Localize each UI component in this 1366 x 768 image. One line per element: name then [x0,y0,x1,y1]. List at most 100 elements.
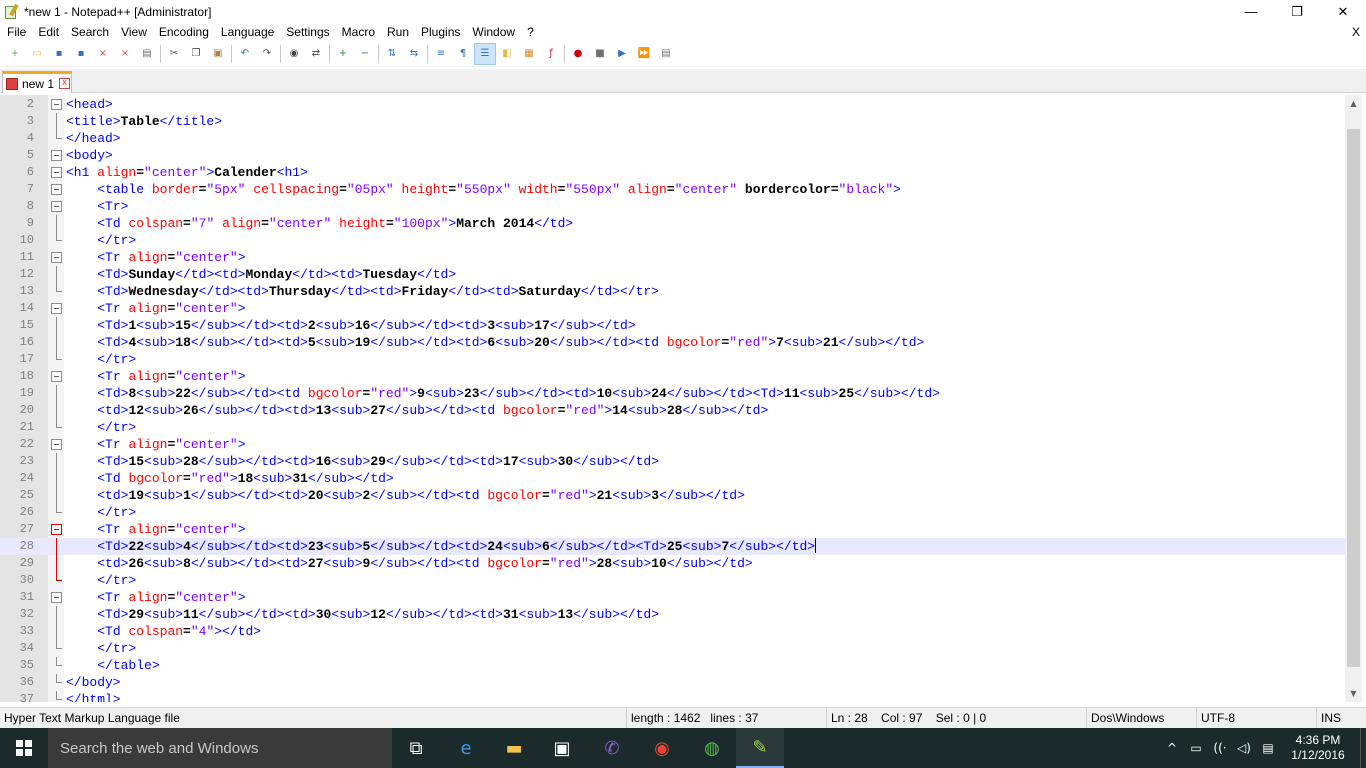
code-line[interactable]: 22 <Tr align="center"> [0,436,1346,453]
menu-window[interactable]: Window [466,23,521,42]
menu-run[interactable]: Run [381,23,415,42]
fold-toggle-icon[interactable] [51,252,62,263]
code-line[interactable]: 9 <Td colspan="7" align="center" height=… [0,215,1346,232]
menu-search[interactable]: Search [65,23,115,42]
word-wrap-button[interactable]: ≡ [430,43,452,65]
cut-button[interactable]: ✂ [163,43,185,65]
function-list-button[interactable]: ƒ [540,43,562,65]
scroll-up-icon[interactable]: ▲ [1345,95,1362,112]
clock[interactable]: 4:36 PM 1/12/2016 [1280,733,1356,763]
user-lang-button[interactable]: ◧ [496,43,518,65]
code-line[interactable]: 11 <Tr align="center"> [0,249,1346,266]
replace-button[interactable]: ⇄ [305,43,327,65]
code-line[interactable]: 27 <Tr align="center"> [0,521,1346,538]
fold-toggle-icon[interactable] [51,99,62,110]
start-button[interactable] [0,728,48,768]
fold-toggle-icon[interactable] [51,371,62,382]
code-line[interactable]: 36 </body> [0,674,1346,691]
notifications-icon[interactable]: ▤ [1256,741,1280,755]
save-button[interactable]: ▪ [48,43,70,65]
close-window-button[interactable]: ✕ [1320,0,1366,23]
zoom-out-button[interactable]: − [354,43,376,65]
code-line[interactable]: 10 </tr> [0,232,1346,249]
volume-icon[interactable]: ◁) [1232,741,1256,755]
fold-toggle-icon[interactable] [51,439,62,450]
menu-plugins[interactable]: Plugins [415,23,466,42]
fold-toggle-icon[interactable] [51,150,62,161]
file-explorer-taskbar-button[interactable]: ▬ [490,728,538,768]
code-area[interactable]: 2 <head> 3 <title>Table</title> 4 </head> 5 <bo… [0,96,1346,702]
code-line[interactable]: 31 <Tr align="center"> [0,589,1346,606]
menu-encoding[interactable]: Encoding [153,23,215,42]
undo-button[interactable]: ↶ [234,43,256,65]
tab-new-1[interactable]: new 1 x [2,71,72,93]
run-macro-multiple-button[interactable]: ⏩ [633,43,655,65]
edge-taskbar-button[interactable]: e [442,728,490,768]
print-button[interactable]: ▤ [136,43,158,65]
code-line[interactable]: 6 <h1 align="center">Calender<h1> [0,164,1346,181]
tab-close-icon[interactable]: x [59,78,71,89]
redo-button[interactable]: ↷ [256,43,278,65]
code-line[interactable]: 16 <Td>4<sub>18</sub></td><td>5<sub>19</… [0,334,1346,351]
code-line[interactable]: 30 </tr> [0,572,1346,589]
code-line[interactable]: 15 <Td>1<sub>15</sub></td><td>2<sub>16</… [0,317,1346,334]
close-document-button[interactable]: X [1352,23,1360,42]
code-line[interactable]: 18 <Tr align="center"> [0,368,1346,385]
menu-file[interactable]: File [0,23,32,42]
minimize-button[interactable]: — [1228,0,1274,23]
code-line[interactable]: 4 </head> [0,130,1346,147]
code-line[interactable]: 14 <Tr align="center"> [0,300,1346,317]
menu-settings[interactable]: Settings [280,23,335,42]
vertical-scrollbar[interactable]: ▲ ▼ [1345,95,1362,702]
wifi-icon[interactable]: ((· [1208,741,1232,755]
code-line[interactable]: 26 </tr> [0,504,1346,521]
open-file-button[interactable]: ▭ [26,43,48,65]
battery-icon[interactable]: ▭ [1184,741,1208,755]
menu-view[interactable]: View [115,23,153,42]
chrome-taskbar-button[interactable]: ◉ [638,728,686,768]
tray-chevron-icon[interactable]: ^ [1160,741,1184,755]
sync-horizontal-button[interactable]: ⇆ [403,43,425,65]
code-line[interactable]: 29 <td>26<sub>8</sub></td><td>27<sub>9</… [0,555,1346,572]
show-all-chars-button[interactable]: ¶ [452,43,474,65]
new-file-button[interactable]: + [4,43,26,65]
editor[interactable]: 2 <head> 3 <title>Table</title> 4 </head> 5 <bo… [0,95,1366,702]
save-all-button[interactable]: ▪ [70,43,92,65]
code-line[interactable]: 5 <body> [0,147,1346,164]
code-line[interactable]: 24 <Td bgcolor="red">18<sub>31</sub></td… [0,470,1346,487]
fold-toggle-icon[interactable] [51,524,62,535]
code-line[interactable]: 34 </tr> [0,640,1346,657]
show-desktop-button[interactable] [1360,728,1366,768]
fold-toggle-icon[interactable] [51,201,62,212]
doc-map-button[interactable]: ▦ [518,43,540,65]
close-all-button[interactable]: × [114,43,136,65]
code-line[interactable]: 2 <head> [0,96,1346,113]
scroll-down-icon[interactable]: ▼ [1345,685,1362,702]
find-button[interactable]: ◉ [283,43,305,65]
code-line[interactable]: 12 <Td>Sunday</td><td>Monday</td><td>Tue… [0,266,1346,283]
code-line[interactable]: 20 <td>12<sub>26</sub></td><td>13<sub>27… [0,402,1346,419]
record-macro-button[interactable]: ● [567,43,589,65]
network-app-taskbar-button[interactable]: ◍ [688,728,736,768]
indent-guide-button[interactable]: ☰ [474,43,496,65]
code-line[interactable]: 33 <Td colspan="4"></td> [0,623,1346,640]
sync-vertical-button[interactable]: ⇅ [381,43,403,65]
scroll-thumb[interactable] [1347,129,1360,667]
fold-toggle-icon[interactable] [51,167,62,178]
notepadpp-taskbar-button[interactable]: ✎ [736,728,784,768]
store-taskbar-button[interactable]: ▣ [538,728,586,768]
code-line[interactable]: 19 <Td>8<sub>22</sub></td><td bgcolor="r… [0,385,1346,402]
fold-toggle-icon[interactable] [51,303,62,314]
code-line[interactable]: 28 <Td>22<sub>4</sub></td><td>23<sub>5</… [0,538,1346,555]
code-line[interactable]: 17 </tr> [0,351,1346,368]
code-line[interactable]: 32 <Td>29<sub>11</sub></td><td>30<sub>12… [0,606,1346,623]
taskbar-search-box[interactable]: Search the web and Windows [48,728,392,768]
task-view-taskbar-button[interactable]: ⧉ [392,728,440,768]
code-line[interactable]: 7 <table border="5px" cellspacing="05px"… [0,181,1346,198]
viber-taskbar-button[interactable]: ✆ [588,728,636,768]
menu-edit[interactable]: Edit [32,23,65,42]
code-line[interactable]: 3 <title>Table</title> [0,113,1346,130]
code-line[interactable]: 25 <td>19<sub>1</sub></td><td>20<sub>2</… [0,487,1346,504]
code-line[interactable]: 23 <Td>15<sub>28</sub></td><td>16<sub>29… [0,453,1346,470]
zoom-in-button[interactable]: + [332,43,354,65]
